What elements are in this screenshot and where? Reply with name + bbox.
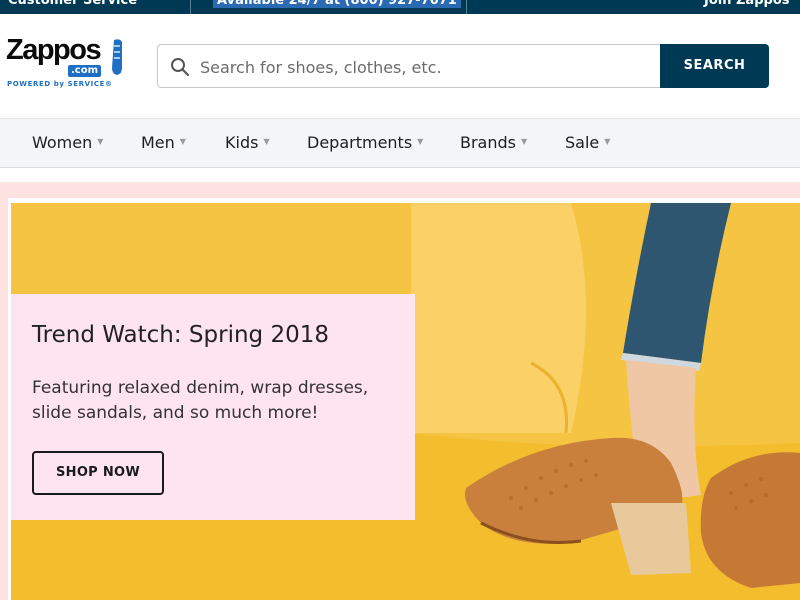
divider [190,0,191,14]
nav-item-label: Men [141,133,175,152]
chevron-down-icon: ▼ [604,137,611,146]
chevron-down-icon: ▼ [263,137,270,146]
nav-item-men[interactable]: Men ▼ [141,133,186,152]
nav-item-label: Departments [307,133,413,152]
magnifier-icon [171,58,190,77]
divider [466,0,467,14]
nav-item-women[interactable]: Women ▼ [32,133,103,152]
nav-item-kids[interactable]: Kids ▼ [225,133,270,152]
promo-card: Trend Watch: Spring 2018 Featuring relax… [11,294,415,520]
join-link[interactable]: Join Zappos [704,0,789,8]
chevron-down-icon: ▼ [97,137,104,146]
promo-title: Trend Watch: Spring 2018 [32,322,329,348]
availability-phone-link[interactable]: Available 24/7 at (800) 927-7671 [213,0,461,8]
main-navigation: Women ▼ Men ▼ Kids ▼ Departments ▼ Brands ▼ S… [0,118,800,168]
shoe-icon [112,39,122,75]
logo-com: .com [68,65,102,77]
logo-tagline: POWERED by SERVICE® [7,80,113,88]
search-button[interactable]: SEARCH [660,44,769,88]
nav-item-label: Brands [460,133,516,152]
nav-item-label: Sale [565,133,600,152]
promo-description: Featuring relaxed denim, wrap dresses, s… [32,378,369,423]
nav-item-brands[interactable]: Brands ▼ [460,133,527,152]
search-box [157,44,661,88]
shop-now-button[interactable]: SHOP NOW [32,451,164,495]
customer-service-link[interactable]: Customer Service [8,0,137,8]
logo-wordmark: Zappos [6,34,102,66]
chevron-down-icon: ▼ [417,137,424,146]
zappos-logo[interactable]: Zappos .com POWERED by SERVICE® [6,34,126,94]
search-input[interactable] [200,55,650,79]
nav-item-label: Women [32,133,93,152]
top-utility-bar: Customer Service Available 24/7 at (800)… [0,0,800,14]
nav-item-sale[interactable]: Sale ▼ [565,133,610,152]
chevron-down-icon: ▼ [179,137,186,146]
nav-item-departments[interactable]: Departments ▼ [307,133,423,152]
nav-item-label: Kids [225,133,259,152]
chevron-down-icon: ▼ [521,137,528,146]
